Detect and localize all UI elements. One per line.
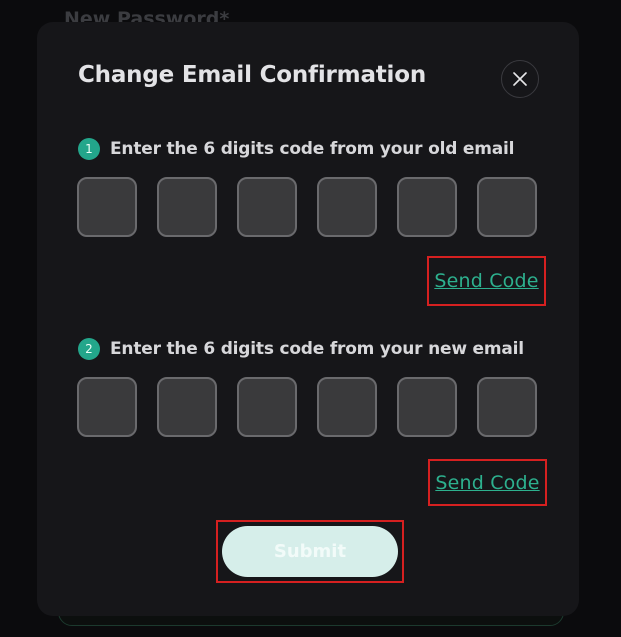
new-code-digit-6[interactable] [477,377,537,437]
old-email-code-inputs [77,177,537,237]
close-button[interactable] [501,60,539,98]
step-1-badge: 1 [78,138,100,160]
new-email-code-inputs [77,377,537,437]
new-code-digit-4[interactable] [317,377,377,437]
new-code-digit-2[interactable] [157,377,217,437]
step-2-header: 2 Enter the 6 digits code from your new … [78,338,524,360]
close-icon [513,72,527,86]
submit-highlight: Submit [216,520,404,583]
send-code-new-link[interactable]: Send Code [435,472,539,494]
send-code-new-highlight: Send Code [428,459,547,506]
old-code-digit-1[interactable] [77,177,137,237]
change-email-modal: Change Email Confirmation 1 Enter the 6 … [37,22,579,616]
new-code-digit-3[interactable] [237,377,297,437]
step-1-header: 1 Enter the 6 digits code from your old … [78,138,514,160]
old-code-digit-5[interactable] [397,177,457,237]
new-code-digit-1[interactable] [77,377,137,437]
step-2-badge: 2 [78,338,100,360]
new-code-digit-5[interactable] [397,377,457,437]
old-code-digit-4[interactable] [317,177,377,237]
send-code-old-link[interactable]: Send Code [434,270,538,292]
step-1-instruction: Enter the 6 digits code from your old em… [110,139,515,159]
old-code-digit-6[interactable] [477,177,537,237]
send-code-old-highlight: Send Code [427,256,546,306]
modal-title: Change Email Confirmation [78,62,427,88]
old-code-digit-2[interactable] [157,177,217,237]
old-code-digit-3[interactable] [237,177,297,237]
step-2-instruction: Enter the 6 digits code from your new em… [110,339,524,359]
submit-button[interactable]: Submit [222,526,398,577]
